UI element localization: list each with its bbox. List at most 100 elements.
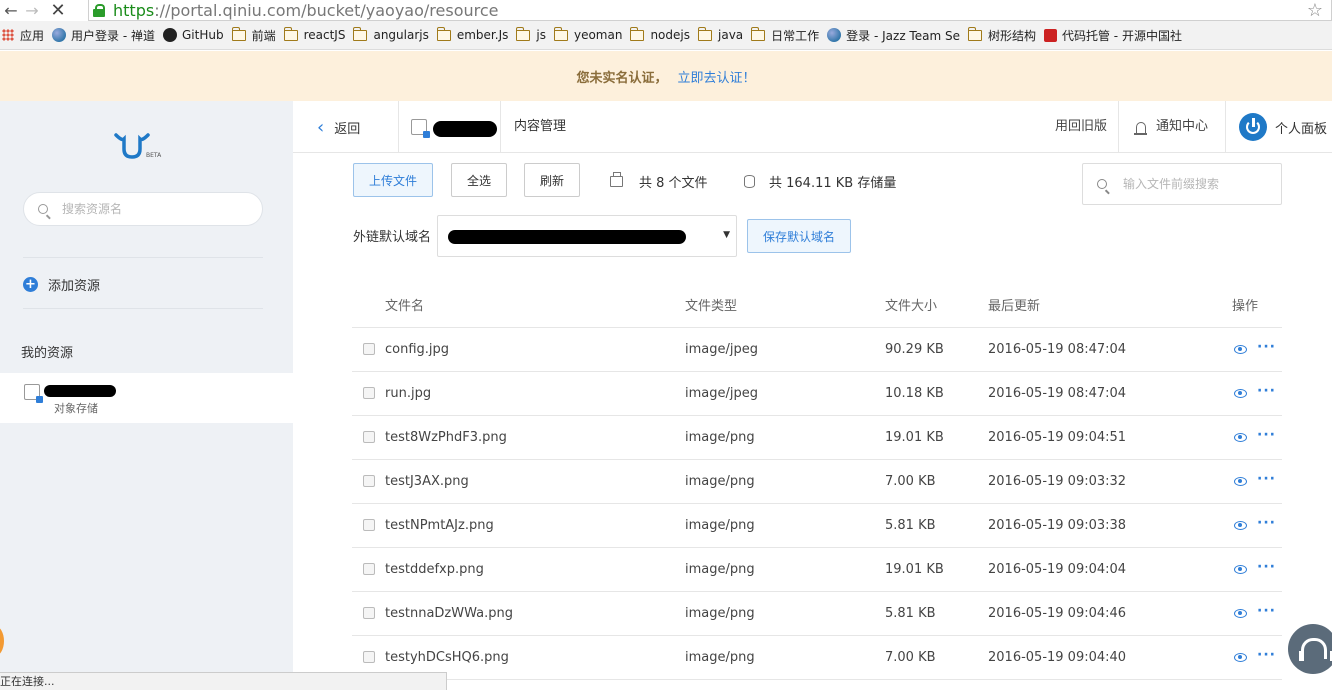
- bookmark-folder[interactable]: angularjs: [353, 26, 429, 42]
- more-actions-icon[interactable]: ···: [1257, 471, 1276, 487]
- bookmark-folder[interactable]: 前端: [231, 26, 276, 44]
- row-checkbox[interactable]: [363, 475, 375, 487]
- preview-eye-icon[interactable]: [1234, 609, 1247, 618]
- row-checkbox[interactable]: [363, 607, 375, 619]
- browser-back-icon[interactable]: ←: [0, 0, 22, 21]
- resource-search-input[interactable]: [62, 202, 252, 216]
- sidebar-item-bucket[interactable]: 对象存储: [0, 373, 293, 423]
- bookmark-folder[interactable]: 日常工作: [751, 26, 819, 44]
- bookmark-item[interactable]: 代码托管 - 开源中国社: [1043, 27, 1182, 44]
- bookmark-item[interactable]: 用户登录 - 禅道: [52, 27, 155, 44]
- save-default-domain-button[interactable]: 保存默认域名: [747, 219, 851, 253]
- row-checkbox[interactable]: [363, 431, 375, 443]
- qiniu-logo-icon: BETA: [114, 133, 162, 159]
- lock-icon: [93, 4, 105, 17]
- row-checkbox[interactable]: [363, 387, 375, 399]
- file-size: 7.00 KB: [885, 474, 936, 489]
- bookmark-folder[interactable]: java: [698, 26, 743, 42]
- default-domain-select[interactable]: ▼: [437, 215, 737, 257]
- default-domain-label: 外链默认域名: [353, 230, 432, 245]
- back-button[interactable]: ‹ 返回: [317, 101, 360, 153]
- table-row[interactable]: testyhDCsHQ6.png image/png 7.00 KB 2016-05-…: [352, 636, 1282, 680]
- file-name[interactable]: test8WzPhdF3.png: [385, 416, 507, 459]
- search-icon: [1097, 179, 1107, 189]
- bookmark-folder[interactable]: ember.Js: [436, 26, 508, 42]
- bookmarks-bar: 应用 用户登录 - 禅道 GitHub 前端 reactJS angularjs…: [0, 21, 1332, 50]
- more-actions-icon[interactable]: ···: [1257, 383, 1276, 399]
- resource-search-box[interactable]: [23, 192, 263, 226]
- preview-eye-icon[interactable]: [1234, 521, 1247, 530]
- file-name[interactable]: testNPmtAJz.png: [385, 504, 494, 547]
- more-actions-icon[interactable]: ···: [1257, 647, 1276, 663]
- table-row[interactable]: run.jpg image/jpeg 10.18 KB 2016-05-19 08:4…: [352, 372, 1282, 416]
- row-checkbox[interactable]: [363, 563, 375, 575]
- notification-label: 通知中心: [1156, 119, 1209, 134]
- address-bar[interactable]: https://portal.qiniu.com/bucket/yaoyao/r…: [88, 0, 1332, 21]
- content-header: ‹ 返回 内容管理 用回旧版 通知中心 个人面板: [293, 101, 1332, 153]
- file-name[interactable]: config.jpg: [385, 328, 449, 371]
- file-type: image/png: [685, 474, 755, 489]
- preview-eye-icon[interactable]: [1234, 345, 1247, 354]
- column-header-size[interactable]: 文件大小: [885, 285, 937, 328]
- folder-icon: [516, 26, 531, 41]
- preview-eye-icon[interactable]: [1234, 653, 1247, 662]
- more-actions-icon[interactable]: ···: [1257, 603, 1276, 619]
- preview-eye-icon[interactable]: [1234, 433, 1247, 442]
- more-actions-icon[interactable]: ···: [1257, 559, 1276, 575]
- file-size: 10.18 KB: [885, 386, 944, 401]
- notice-warning: 您未实名认证，: [576, 70, 668, 86]
- row-checkbox[interactable]: [363, 343, 375, 355]
- more-actions-icon[interactable]: ···: [1257, 427, 1276, 443]
- table-row[interactable]: testJ3AX.png image/png 7.00 KB 2016-05-19 0…: [352, 460, 1282, 504]
- column-header-name[interactable]: 文件名: [385, 285, 424, 328]
- refresh-button[interactable]: 刷新: [524, 163, 580, 197]
- file-size: 5.81 KB: [885, 518, 936, 533]
- row-checkbox[interactable]: [363, 519, 375, 531]
- file-name[interactable]: testnnaDzWWa.png: [385, 592, 513, 635]
- bookmark-folder[interactable]: yeoman: [553, 26, 622, 42]
- bookmark-folder[interactable]: 树形结构: [967, 26, 1036, 44]
- more-actions-icon[interactable]: ···: [1257, 515, 1276, 531]
- preview-eye-icon[interactable]: [1234, 389, 1247, 398]
- browser-forward-icon[interactable]: →: [22, 0, 42, 21]
- table-row[interactable]: testNPmtAJz.png image/png 5.81 KB 2016-05-1…: [352, 504, 1282, 548]
- file-name[interactable]: run.jpg: [385, 372, 431, 415]
- sidebar: BETA + 添加资源 我的资源 对象存储: [0, 101, 293, 690]
- old-version-link[interactable]: 用回旧版: [1055, 101, 1107, 153]
- more-actions-icon[interactable]: ···: [1257, 339, 1276, 355]
- plus-icon: +: [23, 277, 38, 292]
- preview-eye-icon[interactable]: [1234, 477, 1247, 486]
- file-name[interactable]: testJ3AX.png: [385, 460, 469, 503]
- row-checkbox[interactable]: [363, 651, 375, 663]
- column-header-date[interactable]: 最后更新: [988, 285, 1040, 328]
- bookmark-folder[interactable]: reactJS: [283, 26, 345, 42]
- bookmark-item[interactable]: GitHub: [162, 28, 224, 42]
- bookmark-folder[interactable]: js: [516, 26, 546, 42]
- table-row[interactable]: testnnaDzWWa.png image/png 5.81 KB 2016-05-…: [352, 592, 1282, 636]
- upload-button[interactable]: 上传文件: [353, 163, 433, 197]
- browser-stop-icon[interactable]: ✕: [48, 0, 68, 21]
- verify-link[interactable]: 立即去认证！: [678, 67, 756, 86]
- bookmark-item[interactable]: 登录 - Jazz Team Se: [827, 27, 960, 44]
- file-search-box[interactable]: [1082, 163, 1282, 205]
- site-icon: [52, 28, 67, 42]
- add-resource-button[interactable]: + 添加资源: [23, 275, 100, 294]
- table-row[interactable]: test8WzPhdF3.png image/png 19.01 KB 2016-05…: [352, 416, 1282, 460]
- bookmark-folder[interactable]: nodejs: [630, 26, 690, 42]
- bookmark-apps[interactable]: 应用: [2, 27, 44, 44]
- file-prefix-search-input[interactable]: [1123, 177, 1273, 191]
- preview-eye-icon[interactable]: [1234, 565, 1247, 574]
- last-updated: 2016-05-19 09:04:46: [988, 606, 1127, 621]
- table-row[interactable]: config.jpg image/jpeg 90.29 KB 2016-05-19 0…: [352, 328, 1282, 372]
- profile-panel-button[interactable]: 个人面板: [1239, 101, 1327, 153]
- customer-service-headset-icon[interactable]: [1288, 624, 1332, 674]
- table-row[interactable]: testddefxp.png image/png 19.01 KB 2016-05-1…: [352, 548, 1282, 592]
- oschina-icon: [1043, 28, 1057, 42]
- header-divider: [500, 101, 501, 153]
- bookmark-star-icon[interactable]: ☆: [1307, 0, 1323, 21]
- notification-center-button[interactable]: 通知中心: [1134, 101, 1209, 153]
- file-name[interactable]: testddefxp.png: [385, 548, 484, 591]
- folder-icon: [436, 26, 451, 41]
- select-all-button[interactable]: 全选: [451, 163, 507, 197]
- last-updated: 2016-05-19 09:03:32: [988, 474, 1127, 489]
